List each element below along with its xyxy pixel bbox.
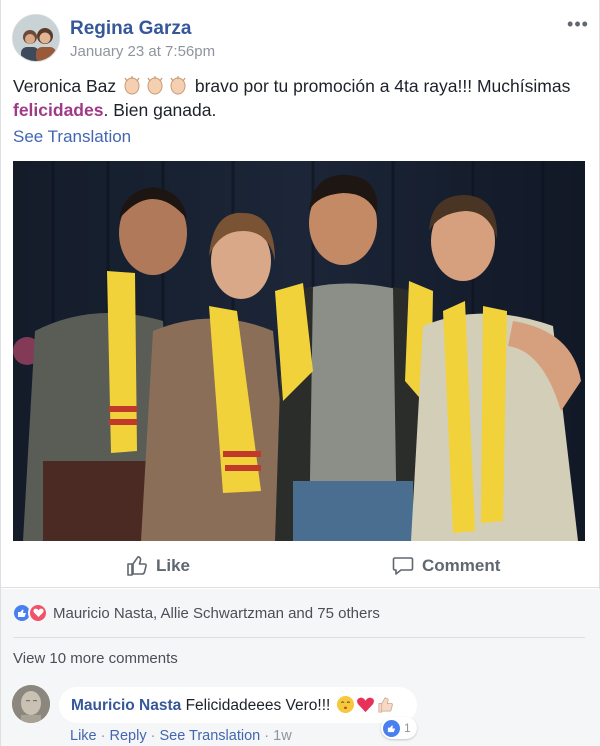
speech-bubble-icon [392,557,414,575]
separator-dot: · [264,728,274,744]
post-body: Veronica Baz bravo por tu promoción a 4t… [13,74,589,122]
like-label: Like [156,556,191,575]
reaction-summary-text: Mauricio Nasta, Allie Schwartzman and 75… [53,604,380,622]
kissing-face-icon [336,695,354,714]
see-translation-link[interactable]: See Translation [13,127,131,147]
like-icon [383,719,400,737]
reaction-count: 1 [404,721,411,735]
comment-age[interactable]: 1w [273,728,292,744]
comment-action-links: Like · Reply · See Translation · 1w [70,728,292,744]
like-button[interactable]: Like [125,552,190,580]
thumbs-up-icon [378,697,393,713]
post-photo[interactable] [13,161,585,541]
clapping-hands-icon [121,76,190,96]
comment-like-link[interactable]: Like [70,728,97,744]
post-actions-bar: Like Comment [1,544,600,588]
post-text-middle: bravo por tu promoción a 4ta raya!!! Muc… [194,76,571,96]
love-icon [28,603,48,623]
post-card: Regina Garza January 23 at 7:56pm ••• Ve… [0,0,600,746]
hashtag-link[interactable]: felicidades [13,100,103,120]
post-text-suffix: . Bien ganada. [103,100,217,120]
comment-label: Comment [422,556,501,575]
divider [13,637,585,638]
separator-dot: · [100,728,110,744]
mention-link[interactable]: Veronica Baz [13,76,116,96]
author-name[interactable]: Regina Garza [70,18,191,40]
comment-reaction-count[interactable]: 1 [381,717,417,739]
view-more-comments-link[interactable]: View 10 more comments [13,650,178,667]
author-avatar[interactable] [12,14,60,62]
comments-section: Mauricio Nasta, Allie Schwartzman and 75… [1,589,600,746]
comment-text: Felicidadeees Vero!!! [185,697,331,714]
comment-reply-link[interactable]: Reply [110,728,147,744]
ellipsis-icon[interactable]: ••• [566,14,590,34]
commenter-name[interactable]: Mauricio Nasta [71,697,181,714]
post-timestamp[interactable]: January 23 at 7:56pm [70,43,215,60]
thumbs-up-icon [127,556,147,576]
commenter-avatar[interactable] [12,685,50,723]
comment-translation-link[interactable]: See Translation [159,728,260,744]
heart-icon [356,697,374,713]
comment-button[interactable]: Comment [391,552,500,580]
comment-bubble: Mauricio Nasta Felicidadeees Vero!!! [59,687,417,723]
post-header: Regina Garza January 23 at 7:56pm ••• [12,14,590,64]
reaction-summary[interactable]: Mauricio Nasta, Allie Schwartzman and 75… [12,603,380,623]
